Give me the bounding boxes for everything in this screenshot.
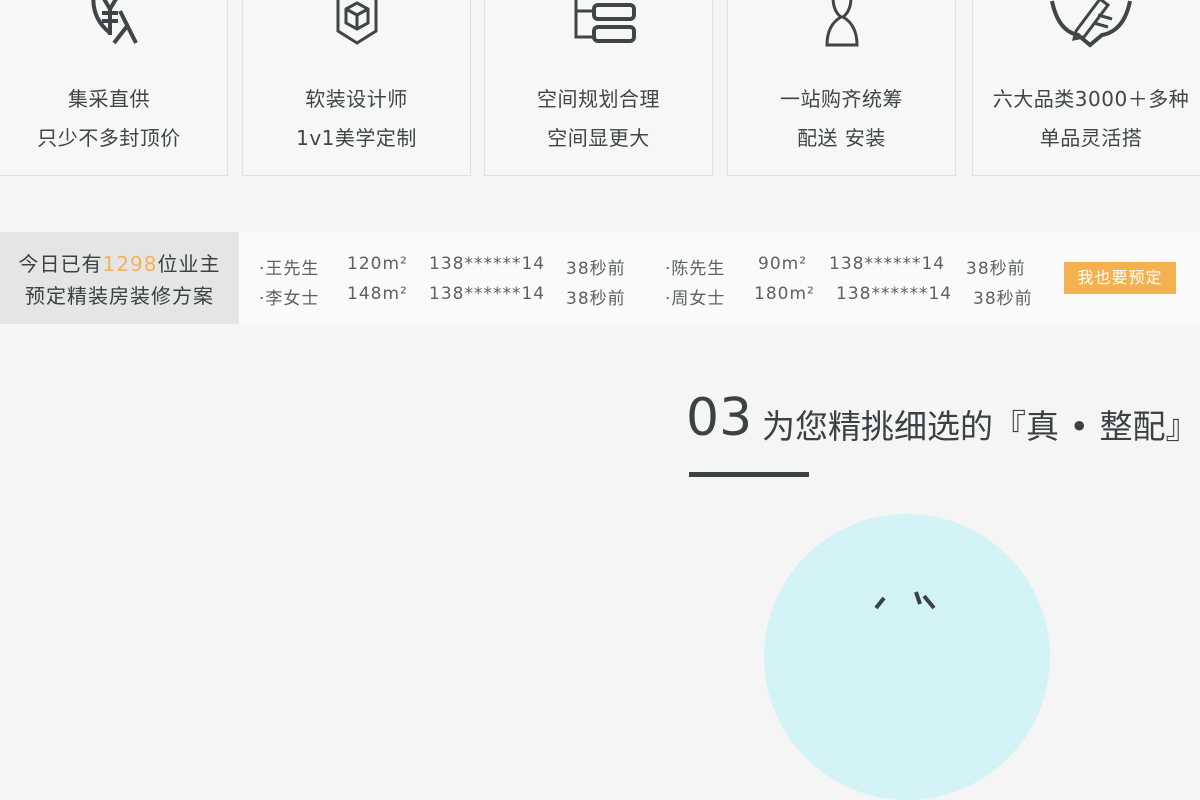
booking-summary: 今日已有1298位业主 预定精装房装修方案 (0, 232, 239, 324)
pencil-ruler-badge-icon (1050, 0, 1132, 48)
record-time: 38秒前 (566, 259, 626, 279)
feature-title: 一站购齐统筹 (780, 87, 903, 111)
money-person-icon (91, 0, 138, 45)
feature-title: 集采直供 (68, 87, 150, 111)
booking-summary-line1: 今日已有1298位业主 (0, 248, 239, 277)
feature-cards: 集采直供 只少不多封顶价 软装设计师 1v1美学定制 空间规划合理 空间显更大 … (0, 0, 1200, 178)
partial-glyph-icon (874, 591, 936, 610)
record-name: ·周女士 (665, 289, 726, 309)
feature-card-space-planning: 空间规划合理 空间显更大 (484, 0, 713, 176)
record-phone: 138******14 (829, 254, 946, 274)
record-time: 38秒前 (566, 289, 626, 309)
cube-icon (336, 0, 377, 45)
feature-title: 空间规划合理 (537, 87, 660, 111)
feature-card-categories: 六大品类3000＋多种 单品灵活搭 (972, 0, 1200, 176)
feature-subtitle: 单品灵活搭 (1039, 126, 1143, 150)
feature-card-one-stop: 一站购齐统筹 配送 安装 (727, 0, 956, 176)
decorative-circle (764, 514, 1050, 800)
record-phone: 138******14 (836, 284, 953, 304)
booking-summary-line2: 预定精装房装修方案 (25, 284, 214, 308)
feature-card-designer: 软装设计师 1v1美学定制 (242, 0, 471, 176)
feature-subtitle: 空间显更大 (547, 126, 650, 150)
record-phone: 138******14 (429, 254, 546, 274)
booking-prefix: 今日已有 (18, 252, 103, 276)
record-name: ·王先生 (259, 259, 320, 279)
feature-subtitle: 只少不多封顶价 (37, 126, 181, 150)
feature-subtitle: 配送 安装 (797, 126, 886, 150)
section-title: 为您精挑细选的『真 • 整配』 (762, 407, 1199, 446)
layout-blocks-icon (574, 0, 636, 43)
record-area: 148m² (347, 284, 408, 304)
section-underline (689, 472, 809, 477)
booking-suffix: 位业主 (157, 252, 221, 276)
feature-card-bulk-purchase: 集采直供 只少不多封顶价 (0, 0, 228, 176)
record-name: ·李女士 (259, 289, 320, 309)
record-area: 180m² (754, 284, 815, 304)
record-area: 120m² (347, 254, 408, 274)
record-name: ·陈先生 (665, 259, 726, 279)
record-phone: 138******14 (429, 284, 546, 304)
record-time: 38秒前 (966, 259, 1026, 279)
booking-count: 1298 (102, 252, 158, 276)
feature-title: 六大品类3000＋多种 (992, 87, 1190, 111)
mannequin-icon (824, 0, 859, 47)
record-time: 38秒前 (973, 289, 1033, 309)
record-area: 90m² (758, 254, 808, 274)
section-number: 03 (686, 388, 753, 448)
feature-title: 软装设计师 (305, 87, 408, 111)
feature-subtitle: 1v1美学定制 (296, 126, 417, 150)
book-now-button[interactable]: 我也要预定 (1064, 262, 1176, 294)
